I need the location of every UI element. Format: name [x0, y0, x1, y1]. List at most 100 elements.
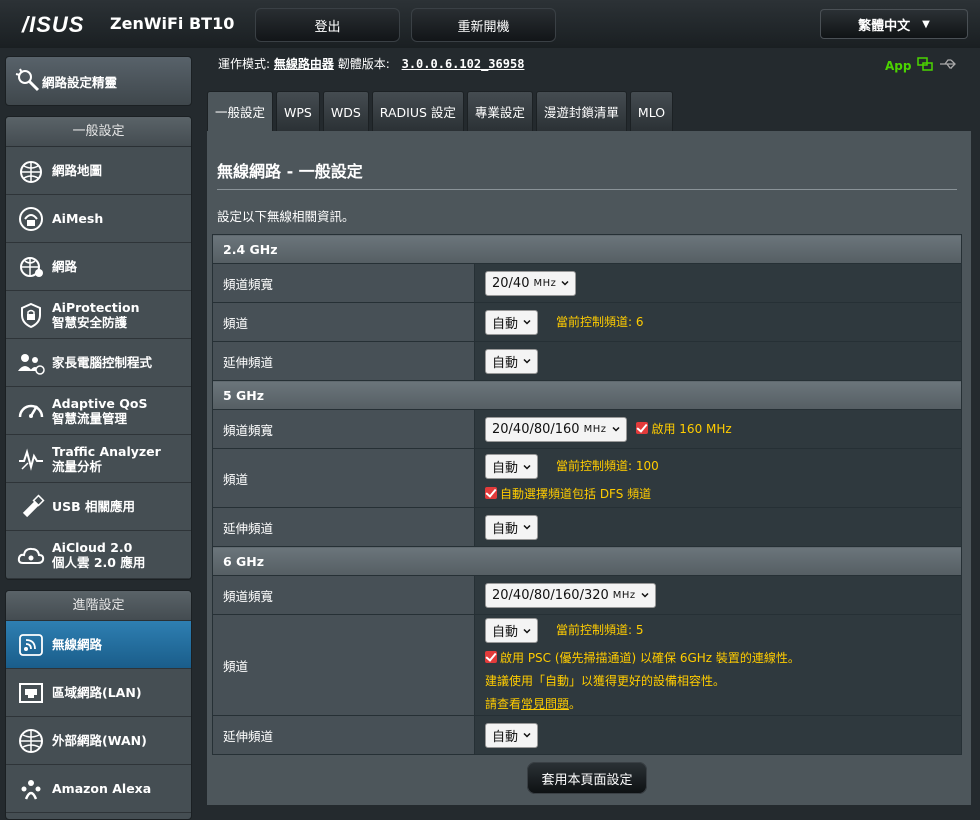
sidebar-item-wan-globe[interactable]: 外部網路(WAN) — [6, 717, 191, 765]
chevron-down-icon — [641, 592, 649, 598]
shield-lock-icon — [14, 298, 48, 332]
logout-button[interactable]: 登出 — [255, 8, 400, 42]
wireless-settings-table: 2.4 GHz 頻道頻寬 20/40 MHz 頻道 自動 當前控制頻道: 6 延伸… — [212, 234, 962, 755]
field-label: 頻道 — [212, 614, 475, 716]
advanced-menu: 進階設定 無線網路區域網路(LAN) 外部網路(WAN) Amazon Alexa — [5, 590, 192, 820]
general-menu-header: 一般設定 — [6, 117, 191, 147]
sidebar-item-network-map[interactable]: 網路地圖 — [6, 147, 191, 195]
tab-2[interactable]: WDS — [322, 91, 369, 131]
field-label: 頻道頻寬 — [212, 409, 475, 449]
app-indicator[interactable]: App — [885, 56, 957, 75]
sidebar-item-label: 無線網路 — [52, 637, 103, 652]
tab-3[interactable]: RADIUS 設定 — [371, 91, 464, 131]
sidebar-item-label: AiMesh — [52, 211, 104, 226]
page-title: 無線網路 - 一般設定 — [217, 162, 363, 181]
faq-link[interactable]: 常見問題 — [521, 697, 569, 711]
sidebar-item-traffic-analyzer[interactable]: Traffic Analyzer 流量分析 — [6, 435, 191, 483]
sidebar-item-label: 網路設定精靈 — [42, 74, 118, 90]
apply-button[interactable]: 套用本頁面設定 — [527, 762, 647, 794]
tab-0[interactable]: 一般設定 — [207, 91, 274, 131]
tab-4[interactable]: 專業設定 — [466, 91, 533, 131]
sidebar-item-sublabel: 智慧流量管理 — [52, 410, 128, 426]
bandwidth-select-2g[interactable]: 20/40 MHz — [485, 270, 577, 296]
sidebar-item-globe-network[interactable]: 網路 — [6, 243, 191, 291]
chevron-down-icon — [561, 280, 569, 286]
bandwidth-select-6g[interactable]: 20/40/80/160/320 MHz — [485, 582, 656, 608]
sidebar-item-label: 家長電腦控制程式 — [52, 355, 153, 370]
psc-label: 啟用 PSC (優先掃描通道) 以確保 6GHz 裝置的連線性。 — [500, 651, 800, 665]
speedometer-icon — [14, 394, 48, 428]
alexa-icon — [14, 772, 48, 806]
field-label: 頻道頻寬 — [212, 575, 475, 615]
tab-bar: 一般設定 WPS WDS RADIUS 設定 專業設定 漫遊封鎖清單 MLO — [207, 91, 674, 131]
page-description: 設定以下無線相關資訊。 — [217, 209, 355, 224]
auto-hint: 建議使用「自動」以獲得更好的設備相容性。 — [485, 674, 726, 688]
traffic-analyzer-icon — [14, 442, 48, 476]
sidebar-item-parental-control[interactable]: 家長電腦控制程式 — [6, 339, 191, 387]
extension-channel-select-5g[interactable]: 自動 — [485, 514, 539, 540]
sidebar-item-label: 外部網路(WAN) — [52, 733, 147, 748]
channel-select-2g[interactable]: 自動 — [485, 309, 539, 335]
sidebar-item-label: 網路 — [52, 259, 78, 274]
settings-panel: 無線網路 - 一般設定 設定以下無線相關資訊。 2.4 GHz 頻道頻寬 20/… — [207, 131, 971, 805]
channel-select-6g[interactable]: 自動 — [485, 618, 539, 643]
firmware-link[interactable]: 3.0.0.6.102_36958 — [402, 57, 525, 71]
sidebar-item-speedometer[interactable]: Adaptive QoS 智慧流量管理 — [6, 387, 191, 435]
sidebar-item-shield-lock[interactable]: AiProtection 智慧安全防護 — [6, 291, 191, 339]
sidebar-item-sublabel: 個人雲 2.0 應用 — [52, 554, 146, 570]
sidebar-item-label: 區域網路(LAN) — [52, 685, 142, 700]
globe-network-icon — [14, 250, 48, 284]
dfs-checkbox[interactable] — [485, 487, 497, 499]
network-map-icon — [14, 154, 48, 188]
bandwidth-select-5g[interactable]: 20/40/80/160 MHz — [485, 416, 627, 442]
wizard-icon — [14, 66, 42, 97]
channel-select-5g[interactable]: 自動 — [485, 454, 539, 479]
reboot-button[interactable]: 重新開機 — [411, 8, 556, 42]
network-status-icon — [917, 56, 934, 75]
general-menu: 一般設定 網路地圖 AiMesh 網路 AiProtection 智慧安全防護家長電腦控… — [5, 116, 192, 580]
section-header-6g: 6 GHz — [212, 546, 962, 576]
psc-checkbox[interactable] — [485, 651, 497, 663]
extension-channel-select-2g[interactable]: 自動 — [485, 348, 539, 374]
sidebar-item-label: USB 相關應用 — [52, 499, 136, 514]
divider — [217, 189, 957, 190]
sidebar-item-label: Adaptive QoS — [52, 395, 148, 411]
sidebar-item-label: AiCloud 2.0 — [52, 539, 133, 555]
language-select[interactable]: 繁體中文 ▼ — [820, 9, 968, 39]
sidebar-item-alexa[interactable]: Amazon Alexa — [6, 765, 191, 813]
sidebar-item-label: AiProtection — [52, 299, 140, 315]
chevron-down-icon — [611, 426, 620, 432]
parental-control-icon — [14, 346, 48, 380]
sidebar-item-wireless[interactable]: 無線網路 — [6, 621, 191, 669]
field-label: 頻道 — [212, 302, 475, 342]
current-channel-5g: 當前控制頻道: 100 — [556, 459, 659, 473]
field-label: 延伸頻道 — [212, 341, 475, 381]
mode-label: 運作模式: — [218, 57, 271, 71]
chevron-down-icon — [523, 464, 531, 470]
sidebar-item-cloud[interactable]: AiCloud 2.0 個人雲 2.0 應用 — [6, 531, 191, 579]
advanced-menu-header: 進階設定 — [6, 591, 191, 621]
field-label: 頻道頻寬 — [212, 263, 475, 303]
enable-160mhz-checkbox[interactable] — [636, 421, 649, 434]
sidebar-item-sublabel: 智慧安全防護 — [52, 314, 128, 330]
app-label: App — [885, 58, 912, 73]
chevron-down-icon — [523, 628, 531, 634]
tab-1[interactable]: WPS — [276, 91, 320, 131]
sidebar-item-network-wizard[interactable]: 網路設定精靈 — [5, 56, 192, 106]
current-channel-6g: 當前控制頻道: 5 — [556, 623, 644, 637]
chevron-down-icon — [523, 319, 531, 325]
sidebar-item-label: Traffic Analyzer — [52, 443, 161, 459]
sidebar-item-usb[interactable]: USB 相關應用 — [6, 483, 191, 531]
current-channel-2g: 當前控制頻道: 6 — [556, 314, 644, 329]
language-value: 繁體中文 — [858, 18, 911, 34]
sidebar-item-lan[interactable]: 區域網路(LAN) — [6, 669, 191, 717]
chevron-down-icon — [523, 524, 531, 530]
tab-6[interactable]: MLO — [629, 91, 674, 131]
section-header-2g: 2.4 GHz — [212, 234, 962, 264]
extension-channel-select-6g[interactable]: 自動 — [485, 722, 539, 748]
sidebar-item-aimesh[interactable]: AiMesh — [6, 195, 191, 243]
wan-globe-icon — [14, 724, 48, 758]
mode-link[interactable]: 無線路由器 — [274, 57, 334, 71]
tab-5[interactable]: 漫遊封鎖清單 — [535, 91, 627, 131]
product-name: ZenWiFi BT10 — [110, 14, 235, 33]
